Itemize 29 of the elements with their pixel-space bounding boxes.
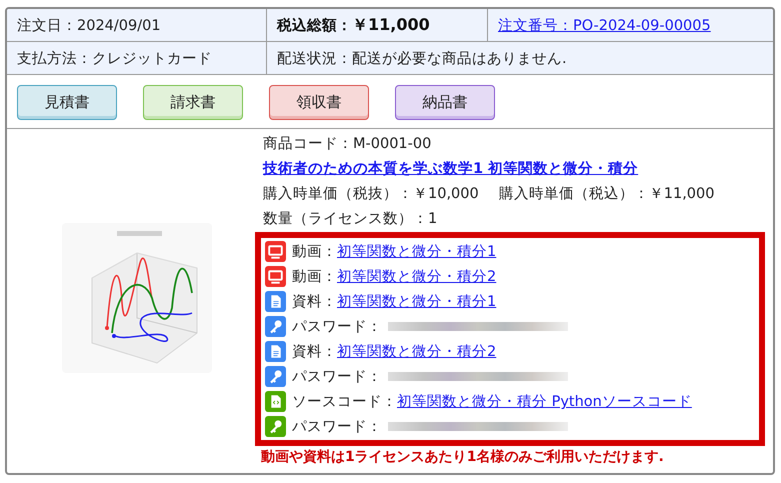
document-button[interactable]: 見積書 — [17, 85, 117, 120]
download-label: ソースコード： — [292, 393, 397, 411]
total-amount: ￥11,000 — [352, 14, 430, 36]
product-title-link[interactable]: 技術者のための本質を学ぶ数学1 初等関数と微分・積分 — [263, 157, 765, 182]
download-link[interactable]: 初等関数と微分・積分 Pythonソースコード — [397, 392, 692, 411]
download-link[interactable]: 初等関数と微分・積分1 — [337, 292, 496, 311]
download-label: 資料： — [292, 343, 337, 361]
product-code: 商品コード：M-0001-00 — [263, 134, 432, 154]
document-button[interactable]: 請求書 — [143, 85, 243, 120]
document-button[interactable]: 納品書 — [395, 85, 495, 120]
download-label: パスワード： — [292, 368, 382, 386]
download-link[interactable]: 初等関数と微分・積分2 — [337, 267, 496, 286]
download-label: 動画： — [292, 243, 337, 261]
download-label: パスワード： — [292, 318, 382, 336]
price-excluding-tax: 購入時単価（税抜）：￥10,000 — [263, 185, 479, 204]
order-number-link[interactable]: 注文番号：PO-2024-09-00005 — [498, 16, 711, 34]
price-including-tax: 購入時単価（税込）：￥11,000 — [498, 185, 714, 204]
order-date: 注文日：2024/09/01 — [17, 16, 161, 34]
download-link[interactable]: 初等関数と微分・積分1 — [337, 242, 496, 261]
download-label: パスワード： — [292, 418, 382, 436]
download-label: 動画： — [292, 268, 337, 286]
quantity: 数量（ライセンス数）：1 — [263, 210, 438, 229]
total-label: 税込総額： — [277, 16, 352, 34]
download-label: 資料： — [292, 293, 337, 311]
license-note: 動画や資料は1ライセンスあたり1名様のみご利用いただけます. — [261, 449, 665, 466]
payment-method: 支払方法：クレジットカード — [17, 50, 212, 68]
download-link[interactable]: 初等関数と微分・積分2 — [337, 342, 496, 361]
shipping-status: 配送状況：配送が必要な商品はありません. — [277, 50, 567, 68]
document-button[interactable]: 領収書 — [269, 85, 369, 120]
